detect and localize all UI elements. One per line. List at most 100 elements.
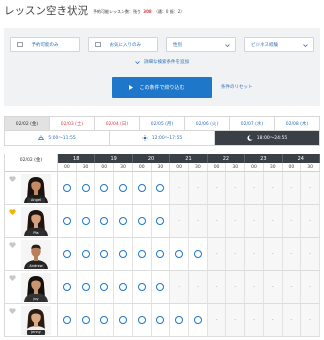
date-tab-0203[interactable]: 02/03 (土) [50,117,95,130]
teacher-cell[interactable]: Joy [5,271,58,304]
available-circle-icon[interactable] [62,217,71,225]
available-circle-icon[interactable] [193,316,202,324]
available-circle-icon[interactable] [81,217,90,225]
date-tab-0206[interactable]: 02/06 (火) [185,117,230,130]
available-slot[interactable] [170,304,189,337]
available-circle-icon[interactable] [118,184,127,192]
date-tab-0205[interactable]: 02/05 (月) [140,117,185,130]
available-circle-icon[interactable] [156,250,165,258]
available-circle-icon[interactable] [118,217,127,225]
reset-filter-link[interactable]: 条件のリセット [221,84,253,91]
available-slot[interactable] [58,304,77,337]
time-tab-afternoon[interactable]: 12:00〜17:55 [110,131,215,145]
available-only-filter[interactable]: 予約可能のみ [10,37,80,52]
available-slot[interactable] [95,205,115,238]
favorite-heart-icon[interactable] [9,209,16,216]
available-circle-icon[interactable] [62,283,71,291]
available-circle-icon[interactable] [100,316,109,324]
available-slot[interactable] [114,172,133,205]
available-circle-icon[interactable] [118,283,127,291]
available-circle-icon[interactable] [62,250,71,258]
available-slot[interactable] [188,238,208,271]
available-circle-icon[interactable] [100,283,109,291]
teacher-cell[interactable]: Andrew [5,238,58,271]
available-circle-icon[interactable] [137,250,146,258]
available-slot[interactable] [114,304,133,337]
teacher-name[interactable]: Pia [27,231,45,236]
available-slot[interactable] [170,238,189,271]
time-tab-morning[interactable]: 5:00〜11:55 [5,131,110,145]
available-circle-icon[interactable] [137,283,146,291]
available-slot[interactable] [132,304,152,337]
favorite-heart-icon[interactable] [9,176,16,183]
available-circle-icon[interactable] [156,184,165,192]
favorite-heart-icon[interactable] [9,308,16,315]
available-slot[interactable] [132,172,152,205]
available-slot[interactable] [95,304,115,337]
available-slot[interactable] [76,205,96,238]
available-circle-icon[interactable] [118,316,127,324]
time-tab-evening[interactable]: 18:00〜24:55 [215,131,320,145]
advanced-search-link[interactable]: 詳細な検索条件を追加 [4,58,320,66]
business-experience-select[interactable]: ビジネス経験 [244,37,314,52]
favorites-only-filter[interactable]: お気に入りのみ [88,37,158,52]
available-slot[interactable] [132,205,152,238]
teacher-name[interactable]: Joy [27,297,45,302]
available-circle-icon[interactable] [62,316,71,324]
apply-filter-button[interactable]: この条件で絞り込む [112,77,212,98]
available-slot[interactable] [151,304,171,337]
available-slot[interactable] [151,205,171,238]
available-slot[interactable] [58,172,77,205]
available-circle-icon[interactable] [81,250,90,258]
available-slot[interactable] [132,238,152,271]
available-slot[interactable] [76,238,96,271]
available-slot[interactable] [151,271,171,304]
favorites-only-checkbox[interactable] [95,41,101,48]
available-circle-icon[interactable] [175,250,184,258]
favorite-heart-icon[interactable] [9,242,16,249]
available-only-checkbox[interactable] [17,41,23,48]
available-circle-icon[interactable] [156,217,165,225]
available-circle-icon[interactable] [137,316,146,324]
available-slot[interactable] [95,238,115,271]
available-slot[interactable] [76,304,96,337]
teacher-name[interactable]: Andrew [27,264,45,269]
teacher-name[interactable]: Jenny [27,330,45,335]
available-circle-icon[interactable] [100,217,109,225]
available-slot[interactable] [58,205,77,238]
available-slot[interactable] [76,271,96,304]
available-slot[interactable] [114,271,133,304]
available-circle-icon[interactable] [137,184,146,192]
available-circle-icon[interactable] [193,250,202,258]
date-tab-0202[interactable]: 02/02 (金) [5,117,50,130]
available-slot[interactable] [95,172,115,205]
available-slot[interactable] [188,304,208,337]
teacher-cell[interactable]: Pia [5,205,58,238]
available-slot[interactable] [151,172,171,205]
available-circle-icon[interactable] [118,250,127,258]
teacher-name[interactable]: Angel [27,198,45,203]
available-circle-icon[interactable] [137,217,146,225]
available-slot[interactable] [114,205,133,238]
date-tab-0204[interactable]: 02/04 (日) [95,117,140,130]
available-circle-icon[interactable] [81,184,90,192]
gender-select[interactable]: 性別 [166,37,236,52]
available-slot[interactable] [114,238,133,271]
available-circle-icon[interactable] [81,283,90,291]
available-circle-icon[interactable] [100,184,109,192]
available-slot[interactable] [95,271,115,304]
available-circle-icon[interactable] [62,184,71,192]
favorite-heart-icon[interactable] [9,275,16,282]
available-circle-icon[interactable] [156,283,165,291]
available-circle-icon[interactable] [175,316,184,324]
available-slot[interactable] [58,271,77,304]
available-slot[interactable] [76,172,96,205]
teacher-cell[interactable]: Jenny [5,304,58,337]
date-tab-0208[interactable]: 02/08 (木) [275,117,320,130]
available-circle-icon[interactable] [156,316,165,324]
available-slot[interactable] [58,238,77,271]
available-slot[interactable] [151,238,171,271]
available-slot[interactable] [132,271,152,304]
available-circle-icon[interactable] [100,250,109,258]
date-tab-0207[interactable]: 02/07 (水) [230,117,275,130]
